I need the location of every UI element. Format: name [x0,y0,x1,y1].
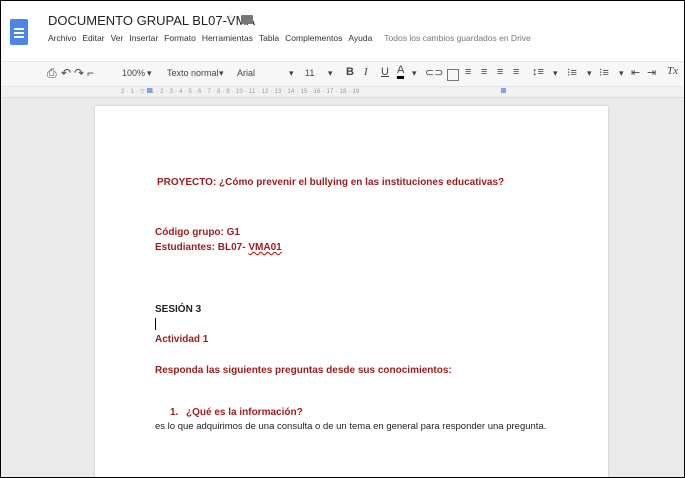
menu-ver[interactable]: Ver [111,33,124,43]
project-heading: PROYECTO: ¿Cómo prevenir el bullying en … [157,177,505,188]
text-cursor [155,318,156,330]
bulleted-list-dropdown-icon[interactable]: ▾ [619,68,624,79]
clear-formatting-icon[interactable]: Tx [667,65,678,77]
menu-tabla[interactable]: Tabla [259,33,279,43]
ruler-scale: 2 · 1 · ▽ · 1 · 2 · 3 · 4 · 5 · 6 · 7 · … [121,89,360,95]
students-label: Estudiantes: BL07- [155,242,246,253]
menu-ayuda[interactable]: Ayuda [348,33,372,43]
underline-icon[interactable]: U [381,66,389,78]
zoom-select[interactable]: 100% [122,68,145,78]
menu-bar: Archivo Editar Ver Insertar Formato Herr… [48,33,531,43]
line-spacing-dropdown-icon[interactable]: ▾ [553,68,558,79]
text-color-dropdown-icon[interactable]: ▾ [412,68,417,79]
text-color-icon[interactable]: A [397,65,405,79]
font-dropdown-icon[interactable]: ▾ [289,68,294,79]
instruction-text: Responda las siguientes preguntas desde … [155,365,452,376]
menu-archivo[interactable]: Archivo [48,33,76,43]
print-icon[interactable]: ⎙ [47,66,57,81]
docs-home-icon[interactable] [10,19,28,45]
formatting-toolbar: ⎙ ↶ ↷ ⌐ 100% ▾ Texto normal ▾ Arial ▾ 11… [1,61,684,87]
italic-icon[interactable]: I [364,66,368,78]
group-code: Código grupo: G1 [155,227,240,238]
menu-complementos[interactable]: Complementos [285,33,342,43]
document-page[interactable]: PROYECTO: ¿Cómo prevenir el bullying en … [95,106,608,477]
align-justify-icon[interactable]: ≡ [513,66,519,78]
size-select[interactable]: 11 [305,68,314,78]
activity-heading: Actividad 1 [155,334,209,345]
undo-icon[interactable]: ↶ [61,66,71,80]
font-select[interactable]: Arial [237,68,255,78]
students-id: VMA01 [248,242,282,253]
docs-window: DOCUMENTO GRUPAL BL07-VMA ☆ Archivo Edit… [0,0,685,478]
align-center-icon[interactable]: ≡ [481,66,487,78]
size-dropdown-icon[interactable]: ▾ [328,68,333,79]
answer-text: es lo que adquirimos de una consulta o d… [155,421,547,432]
numbered-list-icon[interactable]: ⁝≡ [567,66,577,79]
bold-icon[interactable]: B [346,66,354,78]
numbered-list-dropdown-icon[interactable]: ▾ [587,68,592,79]
left-indent-marker[interactable] [147,88,152,93]
style-dropdown-icon[interactable]: ▾ [219,68,224,79]
increase-indent-icon[interactable]: ⇥ [647,66,656,79]
students-line: Estudiantes: BL07- VMA01 [155,242,282,253]
star-icon[interactable]: ☆ [225,12,236,26]
session-heading: SESIÓN 3 [155,304,202,315]
align-left-icon[interactable]: ≡ [465,66,471,78]
folder-icon[interactable] [241,15,253,24]
question-number: 1. [170,407,179,418]
right-indent-marker[interactable] [501,88,506,93]
question-text: ¿Qué es la información? [186,407,303,418]
line-spacing-icon[interactable]: ↕≡ [532,66,544,78]
menu-insertar[interactable]: Insertar [129,33,158,43]
save-status[interactable]: Todos los cambios guardados en Drive [384,33,530,43]
redo-icon[interactable]: ↷ [74,66,84,80]
align-right-icon[interactable]: ≡ [497,66,503,78]
link-icon[interactable]: ⊂⊃ [425,66,443,79]
decrease-indent-icon[interactable]: ⇤ [631,66,640,79]
style-select[interactable]: Texto normal [167,68,219,78]
top-bar: DOCUMENTO GRUPAL BL07-VMA ☆ Archivo Edit… [1,1,684,63]
zoom-dropdown-icon[interactable]: ▾ [147,68,152,79]
paint-format-icon[interactable]: ⌐ [87,66,94,80]
menu-formato[interactable]: Formato [164,33,196,43]
comment-icon[interactable] [447,69,459,81]
ruler[interactable]: 2 · 1 · ▽ · 1 · 2 · 3 · 4 · 5 · 6 · 7 · … [1,87,684,98]
menu-herramientas[interactable]: Herramientas [202,33,253,43]
bulleted-list-icon[interactable]: ⁝≡ [599,66,609,79]
menu-editar[interactable]: Editar [82,33,104,43]
